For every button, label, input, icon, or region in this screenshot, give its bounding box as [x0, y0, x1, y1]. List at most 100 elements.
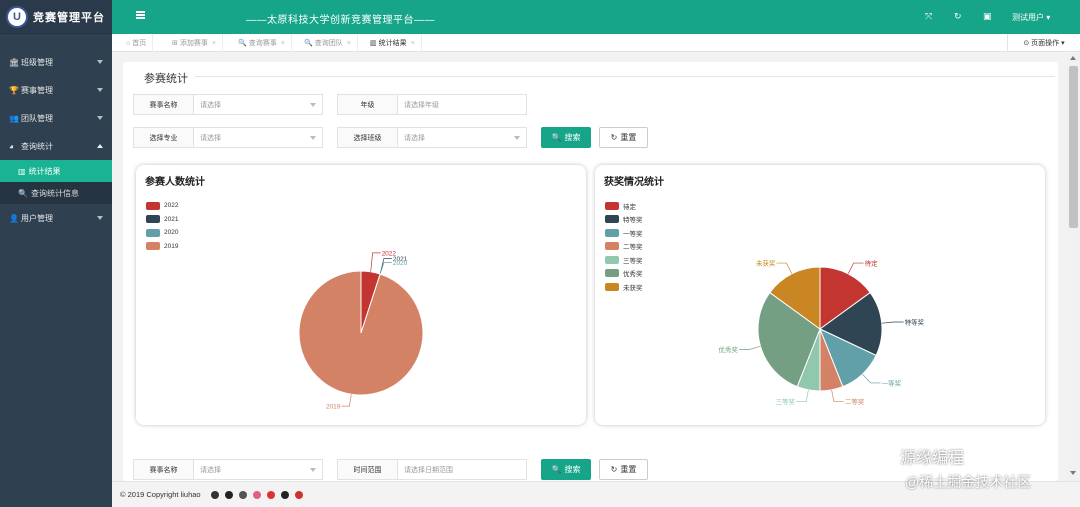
sidebar-subitem-label: 查询统计信息	[30, 188, 79, 198]
major-select[interactable]: 选择专业 请选择	[133, 127, 323, 148]
users-icon: 👥	[9, 113, 19, 123]
qq-icon[interactable]	[224, 490, 233, 499]
slice-label: 优秀奖	[718, 345, 738, 354]
sidebar-subitem-results[interactable]: ▥ 统计结果	[0, 160, 112, 182]
weibo-icon[interactable]	[238, 490, 247, 499]
plus-square-icon: ⊞	[172, 40, 178, 47]
competition-select[interactable]: 赛事名称 请选择	[133, 94, 323, 115]
awards-chart-card: 获奖情况统计 待定 特等奖 一等奖 二等奖 三等奖 优秀奖 未获奖 待定 特等奖 一等奖 二等奖三…	[595, 165, 1045, 425]
app-root: U 竞赛管理平台 🏛 班级管理 🏆 赛事管理 👥 团队管理 ◕ 查询统计 ▥ 统…	[0, 0, 1080, 507]
reset-button[interactable]: ↻ 重置	[599, 127, 648, 148]
search-icon: 🔍	[18, 188, 28, 198]
tab-add-competition[interactable]: ⊞ 添加赛事 ×	[166, 34, 223, 52]
field-placeholder: 请选择	[200, 134, 221, 142]
close-icon[interactable]: ×	[347, 40, 351, 47]
sidebar-item-label: 查询统计	[21, 141, 53, 151]
sidebar-item-label: 团队管理	[21, 113, 53, 123]
slice-label: 2019	[326, 404, 341, 411]
slice-label: 二等奖	[845, 397, 865, 406]
caret-down-icon	[310, 136, 316, 140]
logo-badge-icon: U	[6, 5, 28, 28]
sidebar-submenu: ▥ 统计结果 🔍 查询统计信息	[0, 160, 112, 204]
tab-query-competition[interactable]: 🔍 查询赛事 ×	[232, 34, 292, 52]
label-line	[370, 252, 381, 272]
field-label: 年级	[338, 95, 398, 114]
building-icon: 🏛	[9, 57, 20, 67]
slice-label: 一等奖	[882, 378, 902, 387]
field-placeholder: 请选择	[404, 134, 425, 142]
field-label: 时间范围	[338, 460, 398, 479]
pie-chart-icon: ◕	[9, 141, 14, 151]
refresh-icon: ↻	[610, 465, 618, 474]
user-icon: 👤	[9, 213, 19, 223]
chevron-up-icon	[97, 144, 103, 148]
csdn-icon[interactable]	[266, 490, 275, 499]
sidebar-item-team[interactable]: 👥 团队管理	[0, 104, 112, 132]
sidebar: U 竞赛管理平台 🏛 班级管理 🏆 赛事管理 👥 团队管理 ◕ 查询统计 ▥ 统…	[0, 0, 112, 507]
scroll-up-icon[interactable]	[1070, 56, 1076, 60]
user-menu[interactable]: 测试用户 ▾	[1012, 12, 1050, 23]
sidebar-item-user[interactable]: 👤 用户管理	[0, 204, 112, 232]
field-label: 选择专业	[134, 128, 194, 147]
field-placeholder: 请选择	[200, 466, 221, 474]
tab-home[interactable]: ⌂ 首页	[120, 34, 154, 52]
menu-toggle-icon[interactable]	[136, 11, 145, 19]
fullscreen-icon[interactable]: ⤧	[925, 11, 932, 22]
page-operations-menu[interactable]: ⊙ 页面操作 ▾	[1007, 34, 1080, 52]
refresh-icon[interactable]: ↻	[954, 11, 962, 22]
chevron-down-icon	[97, 88, 103, 92]
lock-icon[interactable]: ▣	[983, 11, 992, 22]
close-icon[interactable]: ×	[411, 40, 415, 47]
wechat-icon[interactable]	[210, 490, 219, 499]
sidebar-subitem-query[interactable]: 🔍 查询统计信息	[0, 182, 112, 204]
sidebar-item-class[interactable]: 🏛 班级管理	[0, 48, 112, 76]
github-icon[interactable]	[280, 490, 289, 499]
search-button[interactable]: 🔍 搜索	[541, 127, 591, 148]
search-button-2[interactable]: 🔍 搜索	[541, 459, 591, 480]
top-bar: ——太原科技大学创新竞赛管理平台—— ⤧ ↻ ▣ 测试用户 ▾	[112, 0, 1080, 34]
section-divider	[195, 76, 1055, 77]
chevron-down-icon	[97, 216, 103, 220]
field-label: 赛事名称	[134, 95, 194, 114]
tab-bar: ⌂ 首页 ⊞ 添加赛事 × 🔍 查询赛事 × 🔍 查询团队 × ▥ 统计结果 ×…	[112, 34, 1080, 52]
label-line	[776, 262, 793, 274]
dribbble-icon[interactable]	[252, 490, 261, 499]
time-range-input[interactable]: 时间范围 请选择日期范围	[337, 459, 527, 480]
reset-button-2[interactable]: ↻ 重置	[599, 459, 648, 480]
logo[interactable]: U 竞赛管理平台	[0, 0, 112, 34]
class-select[interactable]: 选择班级 请选择	[337, 127, 527, 148]
copyright-text: © 2019 Copyright liuhao	[120, 490, 201, 499]
button-label: 搜索	[564, 465, 581, 474]
tab-label: 统计结果	[378, 40, 407, 47]
field-label: 赛事名称	[134, 460, 194, 479]
caret-down-icon	[514, 136, 520, 140]
close-icon[interactable]: ×	[281, 40, 285, 47]
label-line	[738, 345, 761, 350]
grade-select[interactable]: 年级 请选择年级	[337, 94, 527, 115]
sidebar-item-label: 赛事管理	[21, 85, 53, 95]
label-line	[341, 394, 352, 407]
sidebar-item-competition[interactable]: 🏆 赛事管理	[0, 76, 112, 104]
bar-chart-icon: ▥	[18, 166, 26, 176]
label-line	[831, 389, 844, 403]
field-placeholder: 请选择	[200, 101, 221, 109]
pie-slice[interactable]	[298, 270, 424, 396]
scroll-down-icon[interactable]	[1070, 471, 1076, 475]
chevron-down-icon	[97, 60, 103, 64]
participants-pie-chart: 2022202120202019	[298, 250, 424, 411]
tab-query-team[interactable]: 🔍 查询团队 ×	[298, 34, 358, 52]
trophy-icon: 🏆	[9, 85, 19, 95]
watermark-text: 源缘编程	[900, 450, 965, 467]
scrollbar-thumb[interactable]	[1069, 66, 1078, 228]
sidebar-item-statistics[interactable]: ◕ 查询统计	[0, 132, 112, 160]
vertical-scrollbar[interactable]	[1067, 53, 1080, 481]
awards-pie-chart: 待定特等奖一等奖二等奖 三等奖 优秀奖 未获奖	[718, 259, 924, 407]
competition-select-2[interactable]: 赛事名称 请选择	[133, 459, 323, 480]
tab-statistics-results[interactable]: ▥ 统计结果 ×	[364, 34, 422, 52]
header-title: ——太原科技大学创新竞赛管理平台——	[246, 15, 435, 26]
label-line	[847, 262, 864, 274]
slice-label: 待定	[865, 259, 879, 268]
gitee-icon[interactable]	[294, 490, 303, 499]
close-icon[interactable]: ×	[212, 40, 216, 47]
refresh-icon: ↻	[610, 133, 618, 142]
